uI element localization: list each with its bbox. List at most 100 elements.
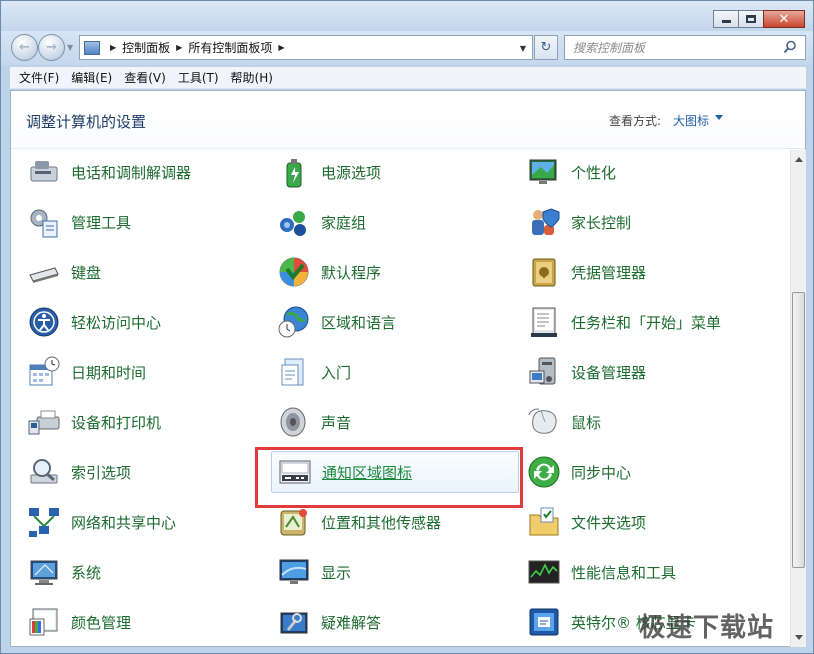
item-homegroup[interactable]: 家庭组 xyxy=(271,201,511,243)
scroll-up-arrow-icon[interactable] xyxy=(795,157,803,162)
breadcrumb-separator-icon[interactable]: ▶ xyxy=(110,43,116,52)
item-label: 设备管理器 xyxy=(571,363,647,382)
search-icon[interactable] xyxy=(783,40,797,54)
device-manager-icon xyxy=(529,357,556,385)
item-label: 管理工具 xyxy=(71,213,132,232)
menu-help[interactable]: 帮助(H) xyxy=(225,69,279,86)
minimize-button[interactable] xyxy=(713,10,739,28)
menu-edit[interactable]: 编辑(E) xyxy=(65,69,118,86)
breadcrumb-separator-icon[interactable]: ▶ xyxy=(278,43,284,52)
network-icon xyxy=(29,508,59,537)
item-label: 键盘 xyxy=(71,263,102,282)
back-button[interactable]: ← xyxy=(11,34,38,61)
item-system[interactable]: 系统 xyxy=(21,551,261,593)
item-device-manager[interactable]: 设备管理器 xyxy=(521,351,761,393)
item-label: 声音 xyxy=(321,413,352,432)
item-default-programs[interactable]: 默认程序 xyxy=(271,251,511,293)
breadcrumb-control-panel[interactable]: 控制面板 xyxy=(122,39,170,56)
item-phone-modem[interactable]: 电话和调制解调器 xyxy=(21,151,261,193)
control-panel-window: ✕ ← → ▼ ▶ 控制面板 ▶ 所有控制面板项 ▶ ▼ ↻ 文件(F) 编辑(… xyxy=(0,0,814,654)
item-label: 入门 xyxy=(321,363,352,382)
display-monitor-icon xyxy=(279,559,309,584)
close-icon: ✕ xyxy=(778,11,790,27)
printer-icon xyxy=(28,410,60,435)
item-indexing-options[interactable]: 索引选项 xyxy=(21,451,261,493)
item-personalization[interactable]: 个性化 xyxy=(521,151,761,193)
item-display[interactable]: 显示 xyxy=(271,551,511,593)
watermark-text: 极速下载站 xyxy=(639,613,775,643)
system-monitor-icon xyxy=(30,560,58,585)
item-taskbar-start-menu[interactable]: 任务栏和「开始」菜单 xyxy=(521,301,761,343)
item-ease-of-access[interactable]: 轻松访问中心 xyxy=(21,301,261,343)
content-pane: 调整计算机的设置 查看方式: 大图标 电话和调制解调器 管理工具 键盘 轻松访问… xyxy=(10,90,806,647)
folder-options-icon xyxy=(529,507,559,536)
items-grid: 电话和调制解调器 管理工具 键盘 轻松访问中心 日期和时间 设备和打印机 索引选… xyxy=(11,150,789,647)
menu-tools[interactable]: 工具(T) xyxy=(172,69,225,86)
intel-graphics-icon xyxy=(529,608,559,636)
mouse-icon xyxy=(528,408,557,434)
title-bar[interactable]: ✕ xyxy=(1,1,813,31)
item-label: 位置和其他传感器 xyxy=(321,513,442,532)
admin-tools-icon xyxy=(30,209,58,238)
refresh-button[interactable]: ↻ xyxy=(534,35,558,60)
forward-button[interactable]: → xyxy=(38,34,65,61)
back-arrow-icon: ← xyxy=(19,40,30,55)
item-keyboard[interactable]: 键盘 xyxy=(21,251,261,293)
item-label: 网络和共享中心 xyxy=(71,513,177,532)
vertical-scrollbar[interactable] xyxy=(790,150,806,647)
item-admin-tools[interactable]: 管理工具 xyxy=(21,201,261,243)
breadcrumb-separator-icon[interactable]: ▶ xyxy=(176,43,182,52)
item-getting-started[interactable]: 入门 xyxy=(271,351,511,393)
item-color-management[interactable]: 颜色管理 xyxy=(21,601,261,643)
address-toolbar: ← → ▼ ▶ 控制面板 ▶ 所有控制面板项 ▶ ▼ ↻ xyxy=(1,31,813,65)
calendar-clock-icon xyxy=(29,356,60,386)
item-label: 鼠标 xyxy=(571,413,602,432)
recent-pages-dropdown[interactable]: ▼ xyxy=(67,43,73,52)
item-label: 家长控制 xyxy=(571,213,632,232)
item-label: 疑难解答 xyxy=(321,613,382,632)
item-folder-options[interactable]: 文件夹选项 xyxy=(521,501,761,543)
highlight-annotation xyxy=(255,447,523,508)
item-label: 任务栏和「开始」菜单 xyxy=(571,313,722,332)
item-devices-printers[interactable]: 设备和打印机 xyxy=(21,401,261,443)
item-parental-controls[interactable]: 家长控制 xyxy=(521,201,761,243)
item-troubleshooting[interactable]: 疑难解答 xyxy=(271,601,511,643)
item-power-options[interactable]: 电源选项 xyxy=(271,151,511,193)
homegroup-icon xyxy=(280,211,306,236)
performance-meter-icon xyxy=(528,560,560,584)
item-label: 电话和调制解调器 xyxy=(71,163,192,182)
forward-arrow-icon: → xyxy=(46,40,57,55)
search-input[interactable] xyxy=(573,40,773,55)
item-label: 索引选项 xyxy=(71,463,132,482)
color-management-icon xyxy=(29,608,58,636)
menu-view[interactable]: 查看(V) xyxy=(118,69,172,86)
item-label: 轻松访问中心 xyxy=(71,313,162,332)
credential-vault-icon xyxy=(532,258,556,287)
view-by-dropdown[interactable]: 大图标 xyxy=(673,112,709,129)
default-programs-icon xyxy=(279,257,309,287)
address-bar[interactable]: ▶ 控制面板 ▶ 所有控制面板项 ▶ ▼ xyxy=(79,35,533,60)
page-title: 调整计算机的设置 xyxy=(26,113,147,131)
view-by-arrow-icon[interactable] xyxy=(715,115,723,120)
breadcrumb-all-items[interactable]: 所有控制面板项 xyxy=(188,39,272,56)
address-dropdown-icon[interactable]: ▼ xyxy=(520,44,526,53)
content-header: 调整计算机的设置 查看方式: 大图标 xyxy=(11,91,805,149)
power-options-icon xyxy=(286,159,302,188)
item-date-time[interactable]: 日期和时间 xyxy=(21,351,261,393)
personalization-icon xyxy=(529,159,557,184)
item-sound[interactable]: 声音 xyxy=(271,401,511,443)
item-region-language[interactable]: 区域和语言 xyxy=(271,301,511,343)
item-label: 系统 xyxy=(71,563,102,582)
item-network-sharing[interactable]: 网络和共享中心 xyxy=(21,501,261,543)
maximize-button[interactable] xyxy=(738,10,764,28)
scroll-down-arrow-icon[interactable] xyxy=(795,635,803,640)
close-button[interactable]: ✕ xyxy=(763,10,805,28)
search-box[interactable] xyxy=(564,35,806,60)
item-credential-manager[interactable]: 凭据管理器 xyxy=(521,251,761,293)
item-performance-tools[interactable]: 性能信息和工具 xyxy=(521,551,761,593)
item-mouse[interactable]: 鼠标 xyxy=(521,401,761,443)
menu-file[interactable]: 文件(F) xyxy=(13,69,65,86)
item-sync-center[interactable]: 同步中心 xyxy=(521,451,761,493)
view-by-label: 查看方式: xyxy=(609,114,662,128)
scrollbar-thumb[interactable] xyxy=(792,292,805,568)
